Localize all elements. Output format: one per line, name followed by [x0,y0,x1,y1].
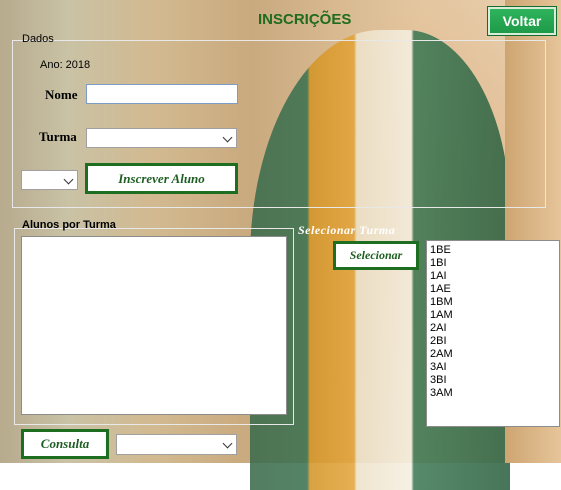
dados-group-label: Dados [22,33,54,45]
chevron-down-icon [222,438,233,449]
alunos-group-label: Alunos por Turma [22,219,116,231]
turmas-listbox[interactable]: 1BE 1BI 1AI 1AE 1BM 1AM 2AI 2BI 2AM 3AI … [426,240,560,427]
list-item[interactable]: 1AM [427,309,559,322]
list-item[interactable]: 1BM [427,296,559,309]
consulta-select[interactable] [116,434,237,455]
list-item[interactable]: 2AM [427,348,559,361]
list-item[interactable]: 1AE [427,283,559,296]
small-select[interactable] [21,170,78,190]
selecionar-turma-heading: Selecionar Turma [298,223,396,237]
inscrever-aluno-button[interactable]: Inscrever Aluno [85,163,238,194]
consulta-button[interactable]: Consulta [21,429,109,459]
list-item[interactable]: 1BE [427,244,559,257]
selecionar-button[interactable]: Selecionar [333,241,419,270]
list-item[interactable]: 3BI [427,374,559,387]
list-item[interactable]: 3AI [427,361,559,374]
nome-input[interactable] [86,84,238,104]
chevron-down-icon [222,132,233,143]
list-item[interactable]: 1AI [427,270,559,283]
list-item[interactable]: 3AM [427,387,559,400]
list-item[interactable]: 1BI [427,257,559,270]
ano-label: Ano: 2018 [40,59,91,71]
list-item[interactable]: 2BI [427,335,559,348]
turma-select[interactable] [86,128,237,148]
voltar-button[interactable]: Voltar [488,7,556,35]
chevron-down-icon [63,174,74,185]
list-item[interactable]: 2AI [427,322,559,335]
turma-label: Turma [39,129,77,144]
alunos-listbox[interactable] [21,236,287,415]
page-title: INSCRIÇÕES [258,11,352,28]
nome-label: Nome [45,87,78,102]
